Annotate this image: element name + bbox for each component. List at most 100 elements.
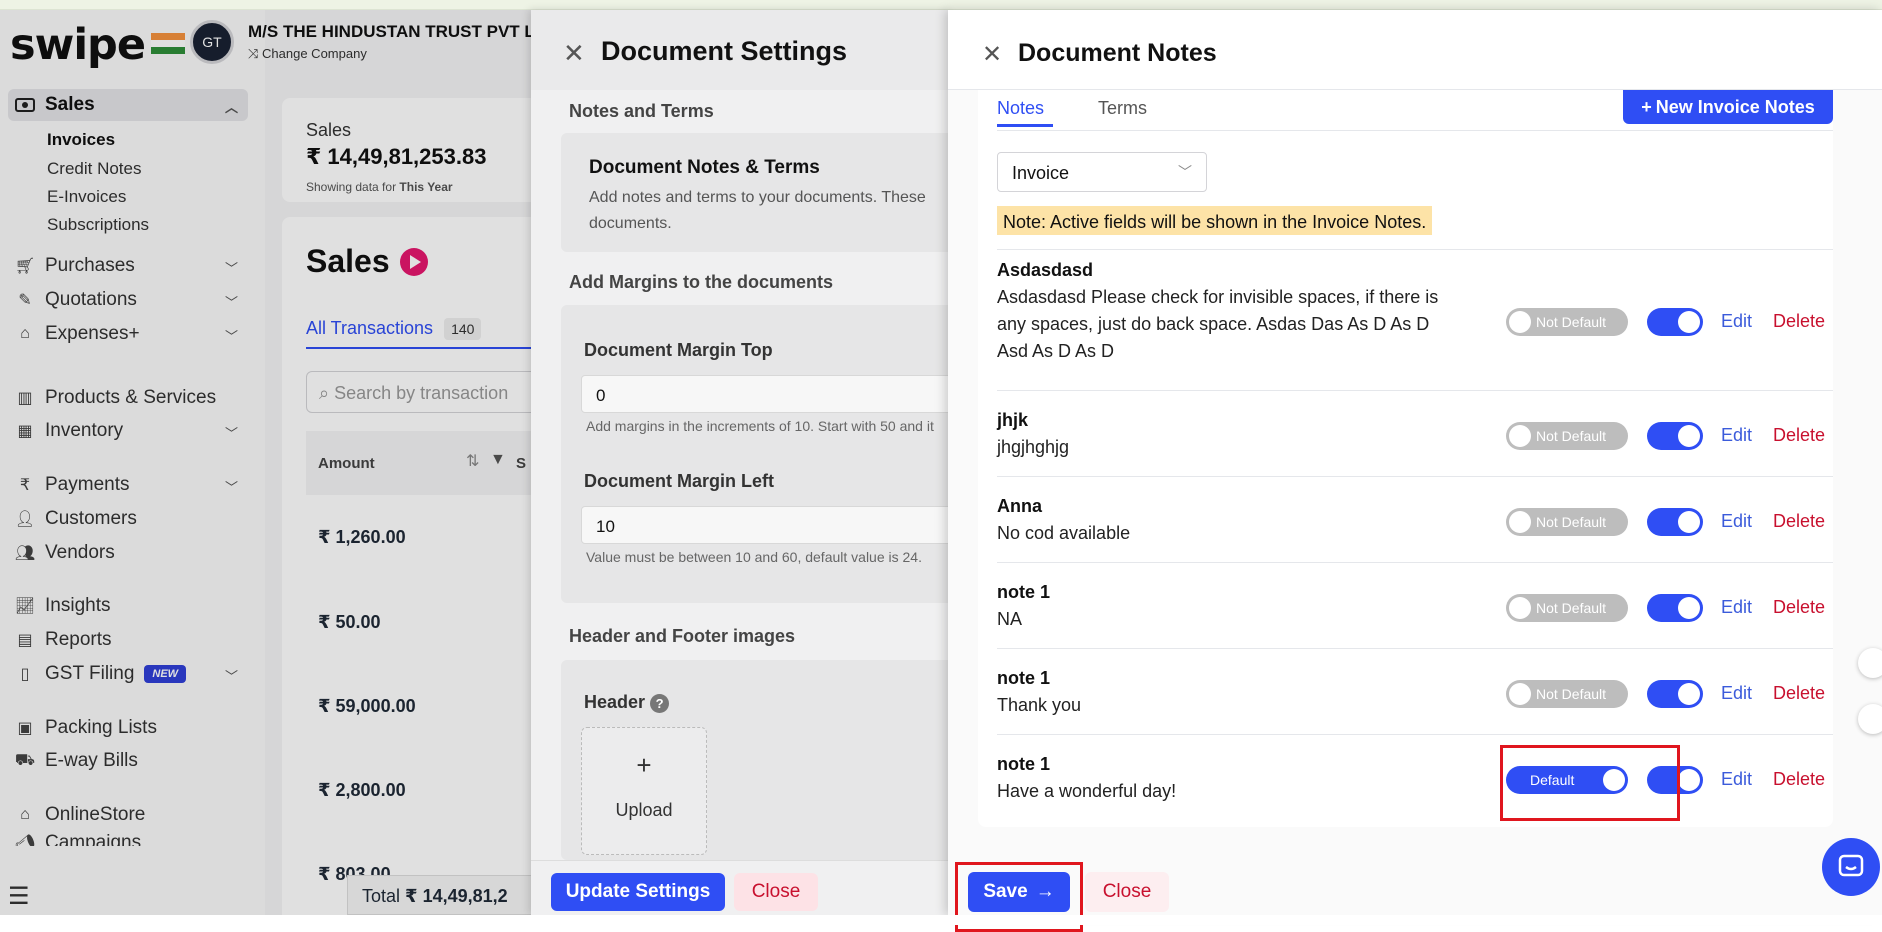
chat-support-button[interactable] bbox=[1822, 838, 1880, 896]
tab-notes[interactable]: Notes bbox=[997, 98, 1044, 119]
delete-note-link[interactable]: Delete bbox=[1773, 683, 1825, 704]
note-body: Have a wonderful day! bbox=[997, 781, 1177, 801]
settings-footer: Update Settings Close bbox=[531, 860, 951, 915]
plus-icon: + bbox=[1641, 96, 1652, 117]
edit-note-link[interactable]: Edit bbox=[1721, 511, 1752, 532]
divider bbox=[997, 390, 1833, 391]
toggle-knob bbox=[1678, 683, 1700, 705]
browser-bottom-strip bbox=[0, 915, 1882, 925]
document-notes-drawer: ✕ Document Notes Notes Terms + New Invoic… bbox=[948, 10, 1882, 932]
document-settings-drawer: ✕ Document Settings Notes and Terms Docu… bbox=[531, 10, 961, 915]
note-body: jhgjhghjg bbox=[997, 437, 1070, 457]
document-type-select[interactable]: Invoice ﹀ bbox=[997, 152, 1207, 192]
delete-note-link[interactable]: Delete bbox=[1773, 769, 1825, 790]
toggle-knob bbox=[1509, 511, 1531, 533]
note-body: Asdasdasd Please check for invisible spa… bbox=[997, 287, 1439, 361]
section-header-footer: Header and Footer images bbox=[569, 626, 796, 646]
divider bbox=[997, 648, 1833, 649]
select-value: Invoice bbox=[1012, 163, 1070, 183]
active-toggle[interactable] bbox=[1647, 508, 1703, 536]
settings-close-button[interactable]: Close bbox=[734, 873, 818, 911]
active-fields-notice: Note: Active fields will be shown in the… bbox=[997, 206, 1433, 235]
new-invoice-notes-button[interactable]: + New Invoice Notes bbox=[1623, 90, 1833, 124]
update-settings-button[interactable]: Update Settings bbox=[551, 873, 725, 911]
apps-icon[interactable] bbox=[1858, 648, 1882, 678]
delete-note-link[interactable]: Delete bbox=[1773, 425, 1825, 446]
edit-note-link[interactable]: Edit bbox=[1721, 311, 1752, 332]
margin-top-label: Document Margin Top bbox=[584, 340, 773, 360]
plus-icon: + bbox=[636, 750, 652, 780]
desc-line-2: documents. bbox=[589, 215, 672, 232]
toggle-knob bbox=[1509, 597, 1531, 619]
tab-underline bbox=[997, 124, 1053, 127]
toggle-knob bbox=[1678, 511, 1700, 533]
toggle-knob bbox=[1678, 425, 1700, 447]
app-root: swipe Sales ︿ Invoices Credit Notes E-In… bbox=[0, 10, 1882, 932]
notes-card: Notes Terms + New Invoice Notes Invoice ﹀ … bbox=[978, 90, 1833, 827]
toggle-knob bbox=[1678, 597, 1700, 619]
divider bbox=[997, 562, 1833, 563]
margin-top-hint: Add margins in the increments of 10. Sta… bbox=[586, 418, 934, 434]
delete-note-link[interactable]: Delete bbox=[1773, 311, 1825, 332]
header-label: Header ? bbox=[584, 692, 670, 713]
active-toggle[interactable] bbox=[1647, 680, 1703, 708]
active-toggle[interactable] bbox=[1647, 422, 1703, 450]
edit-note-link[interactable]: Edit bbox=[1721, 683, 1752, 704]
note-body: NA bbox=[997, 609, 1023, 629]
margin-left-input[interactable]: 10 bbox=[581, 506, 961, 544]
notes-terms-desc: Add notes and terms to your documents. T… bbox=[589, 185, 926, 237]
default-toggle[interactable]: Not Default bbox=[1506, 308, 1628, 336]
default-toggle[interactable]: Not Default bbox=[1506, 680, 1628, 708]
default-toggle[interactable]: Not Default bbox=[1506, 422, 1628, 450]
toggle-knob bbox=[1678, 769, 1700, 791]
default-label: Not Default bbox=[1536, 314, 1607, 330]
note-title: note 1 bbox=[997, 668, 1051, 688]
divider bbox=[997, 734, 1833, 735]
margin-top-input[interactable]: 0 bbox=[581, 375, 961, 413]
browser-top-strip bbox=[0, 0, 1882, 10]
assistant-icon[interactable] bbox=[1858, 704, 1882, 734]
edit-note-link[interactable]: Edit bbox=[1721, 769, 1752, 790]
delete-note-link[interactable]: Delete bbox=[1773, 597, 1825, 618]
upload-header-button[interactable]: + Upload bbox=[581, 727, 707, 855]
edit-note-link[interactable]: Edit bbox=[1721, 597, 1752, 618]
toggle-knob bbox=[1509, 683, 1531, 705]
close-icon[interactable]: ✕ bbox=[982, 40, 1002, 69]
default-label: Not Default bbox=[1536, 428, 1607, 444]
tab-terms[interactable]: Terms bbox=[1098, 98, 1147, 119]
default-label: Not Default bbox=[1536, 600, 1607, 616]
header-label-text: Header bbox=[584, 692, 646, 712]
notes-footer: Save → Close bbox=[948, 860, 1882, 932]
help-icon[interactable]: ? bbox=[650, 694, 670, 713]
notes-title: Document Notes bbox=[1018, 39, 1217, 67]
highlight-default-toggle bbox=[1500, 745, 1680, 821]
edit-note-link[interactable]: Edit bbox=[1721, 425, 1752, 446]
default-label: Not Default bbox=[1536, 514, 1607, 530]
note-body: No cod available bbox=[997, 523, 1131, 543]
default-toggle[interactable]: Not Default bbox=[1506, 508, 1628, 536]
active-toggle[interactable] bbox=[1647, 308, 1703, 336]
note-title: Anna bbox=[997, 496, 1042, 516]
default-toggle[interactable]: Not Default bbox=[1506, 594, 1628, 622]
settings-title: Document Settings bbox=[601, 36, 848, 66]
section-notes-terms: Notes and Terms bbox=[569, 101, 714, 121]
toggle-knob bbox=[1509, 311, 1531, 333]
note-title: note 1 bbox=[997, 582, 1051, 602]
toggle-knob bbox=[1678, 311, 1700, 333]
note-title: jhjk bbox=[997, 410, 1029, 430]
tabs-divider bbox=[997, 130, 1833, 131]
divider bbox=[997, 476, 1833, 477]
notes-close-button[interactable]: Close bbox=[1085, 872, 1169, 912]
active-toggle[interactable] bbox=[1647, 594, 1703, 622]
new-button-label: New Invoice Notes bbox=[1655, 96, 1815, 117]
divider bbox=[997, 249, 1833, 250]
notes-terms-panel[interactable]: Document Notes & Terms Add notes and ter… bbox=[561, 133, 961, 252]
close-icon[interactable]: ✕ bbox=[563, 38, 585, 69]
delete-note-link[interactable]: Delete bbox=[1773, 511, 1825, 532]
settings-header: ✕ Document Settings bbox=[531, 10, 951, 90]
section-margins: Add Margins to the documents bbox=[569, 272, 834, 292]
note-title: Asdasdasd bbox=[997, 260, 1094, 280]
desc-line-1: Add notes and terms to your documents. T… bbox=[589, 189, 926, 206]
note-body: Thank you bbox=[997, 695, 1082, 715]
margin-left-hint: Value must be between 10 and 60, default… bbox=[586, 549, 922, 565]
